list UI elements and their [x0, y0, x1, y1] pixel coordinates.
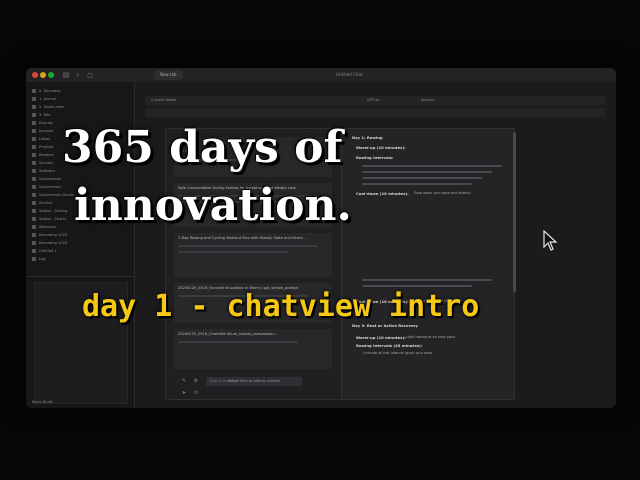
overlay-subtitle: day 1 - chatview intro: [82, 289, 480, 324]
sidebar-item[interactable]: Projects: [32, 144, 53, 151]
search-icon[interactable]: ⌕: [74, 71, 82, 79]
titlebar: ▤ ⌕ ◻ New tab Untitled Chat: [26, 68, 616, 82]
file-icon: [32, 257, 36, 261]
message-input[interactable]: Type a message: [209, 376, 589, 386]
sidebar-item[interactable]: Videos - Sorting: [32, 208, 67, 215]
sidebar-item[interactable]: 0. Devnotes: [32, 88, 61, 95]
sidebar-item[interactable]: Systembrain: [32, 184, 62, 191]
attach-icon[interactable]: ✎: [181, 378, 187, 384]
folder-icon: [32, 105, 36, 109]
model-label: Current Model: [151, 98, 177, 102]
sidebar-item[interactable]: Systembrain Shorts: [32, 192, 74, 199]
sidebar-item[interactable]: Elsprojs: [32, 120, 53, 127]
file-icon: [32, 241, 36, 245]
sidebar-item[interactable]: Log: [32, 256, 45, 263]
zoom-window-button[interactable]: [48, 72, 54, 78]
sidebar-item[interactable]: Schools: [32, 160, 53, 167]
video-frame: ▤ ⌕ ◻ New tab Untitled Chat 0. Devnotes …: [0, 0, 640, 480]
folder-icon: [32, 113, 36, 117]
folder-icon: [32, 217, 36, 221]
window-title: Untitled Chat: [336, 72, 363, 77]
folder-icon: [32, 153, 36, 157]
folder-icon: [32, 201, 36, 205]
minimize-window-button[interactable]: [40, 72, 46, 78]
folder-icon: [32, 193, 36, 197]
sidebar-item[interactable]: Lettos: [32, 136, 50, 143]
sidebar-item[interactable]: Readme: [32, 152, 54, 159]
file-icon: [32, 249, 36, 253]
chat-item[interactable]: 20240120_0518_Charlotte Allure_simple_co…: [174, 329, 332, 369]
sidebar-item[interactable]: Untitled 1: [32, 248, 57, 255]
bookmark-icon[interactable]: ◻: [86, 71, 94, 79]
sidebar-item[interactable]: Recording 2024: [32, 240, 67, 247]
sidebar-item[interactable]: Workouts: [32, 224, 56, 231]
sidebar-item[interactable]: 3. Bits: [32, 112, 50, 119]
sidebar-toggle-icon[interactable]: ▤: [62, 71, 70, 79]
folder-icon: [32, 169, 36, 173]
folder-icon: [32, 129, 36, 133]
folder-icon: [32, 161, 36, 165]
overlay-title-line-1: 365 days of: [62, 122, 343, 173]
folder-icon: [32, 145, 36, 149]
sidebar-item[interactable]: Recording 2023: [32, 232, 67, 239]
context-toolbar: [145, 108, 605, 117]
send-icon[interactable]: ➤: [181, 390, 187, 396]
folder-icon: [32, 185, 36, 189]
settings-icon[interactable]: ⚙: [193, 378, 199, 384]
folder-icon: [32, 177, 36, 181]
mouse-pointer-icon: [543, 230, 558, 251]
sidebar-item[interactable]: 2. Datahunter: [32, 104, 64, 111]
vault-name[interactable]: Barro Burdt: [32, 400, 53, 404]
sidebar-item[interactable]: Journals: [32, 128, 53, 135]
sidebar-item[interactable]: Systembook: [32, 176, 61, 183]
folder-icon: [32, 121, 36, 125]
mode-select[interactable]: Actions: [421, 96, 434, 105]
folder-icon: [32, 209, 36, 213]
model-select[interactable]: GPT-4o: [367, 96, 380, 105]
sidebar-item[interactable]: Software: [32, 168, 55, 175]
tab-new[interactable]: New tab: [154, 70, 183, 80]
overlay-title-line-2: innovation.: [74, 180, 352, 231]
sidebar-item[interactable]: Archive: [32, 200, 52, 207]
app-window: ▤ ⌕ ◻ New tab Untitled Chat 0. Devnotes …: [26, 68, 616, 408]
folder-icon: [32, 97, 36, 101]
folder-icon: [32, 225, 36, 229]
sidebar-divider: [26, 276, 134, 277]
folder-icon: [32, 89, 36, 93]
file-icon: [32, 233, 36, 237]
history-icon[interactable]: ⟲: [193, 390, 199, 396]
folder-icon: [32, 137, 36, 141]
chat-item[interactable]: 7-Day Rowing and Cycling Workout Plan wi…: [174, 233, 332, 277]
sidebar-item[interactable]: 1. Journal: [32, 96, 56, 103]
model-toolbar: Current Model GPT-4o Actions: [145, 96, 605, 105]
sidebar-item[interactable]: Videos - Shorts: [32, 216, 66, 223]
close-window-button[interactable]: [32, 72, 38, 78]
